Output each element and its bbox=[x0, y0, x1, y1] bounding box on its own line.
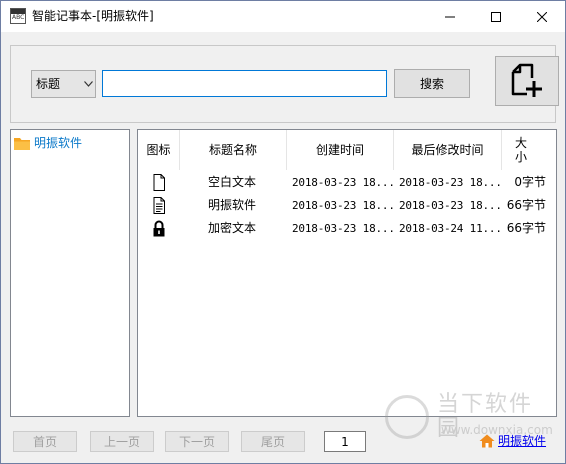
close-icon bbox=[537, 11, 547, 22]
minimize-icon bbox=[445, 16, 455, 17]
list-item[interactable]: 空白文本 2018-03-23 18... 2018-03-23 18... 0… bbox=[138, 171, 556, 194]
column-header-title[interactable]: 标题名称 bbox=[180, 130, 287, 170]
column-header-modified[interactable]: 最后修改时间 bbox=[394, 130, 502, 170]
folder-icon bbox=[14, 137, 30, 150]
note-title: 加密文本 bbox=[208, 221, 257, 235]
search-field-select[interactable]: 标题 bbox=[31, 70, 96, 98]
maximize-button[interactable] bbox=[473, 1, 519, 32]
note-size: 0字节 bbox=[514, 175, 546, 189]
last-page-button[interactable]: 尾页 bbox=[241, 431, 305, 452]
note-size: 66字节 bbox=[506, 221, 546, 235]
brand-link[interactable]: 明振软件 bbox=[479, 434, 546, 448]
column-header-size[interactable]: 大 小 bbox=[502, 130, 540, 170]
chevron-down-icon bbox=[84, 81, 93, 87]
list-item[interactable]: 加密文本 2018-03-23 18... 2018-03-24 11... 6… bbox=[138, 217, 556, 240]
text-document-icon bbox=[153, 197, 165, 214]
note-modified: 2018-03-23 18... bbox=[399, 199, 502, 212]
tree-item-label: 明振软件 bbox=[34, 136, 83, 150]
app-window: ABC 智能记事本-[明振软件] 标题 搜索 明振软件 图标 标题名称 创建时间… bbox=[0, 0, 566, 464]
note-title: 明振软件 bbox=[208, 198, 257, 212]
column-header-created[interactable]: 创建时间 bbox=[287, 130, 394, 170]
page-number-input[interactable] bbox=[324, 431, 366, 452]
blank-document-icon bbox=[153, 174, 165, 191]
next-page-button[interactable]: 下一页 bbox=[165, 431, 229, 452]
window-title: 智能记事本-[明振软件] bbox=[32, 9, 154, 23]
note-created: 2018-03-23 18... bbox=[292, 176, 395, 189]
list-item[interactable]: 明振软件 2018-03-23 18... 2018-03-23 18... 6… bbox=[138, 194, 556, 217]
column-header-size-label: 大 小 bbox=[514, 136, 527, 164]
note-created: 2018-03-23 18... bbox=[292, 222, 395, 235]
home-icon bbox=[479, 434, 495, 448]
close-button[interactable] bbox=[519, 1, 565, 32]
notepad-app-icon: ABC bbox=[10, 8, 26, 24]
brand-link-label: 明振软件 bbox=[498, 434, 547, 448]
column-header-icon[interactable]: 图标 bbox=[138, 130, 180, 170]
note-size: 66字节 bbox=[506, 198, 546, 212]
search-button[interactable]: 搜索 bbox=[394, 69, 470, 98]
note-title: 空白文本 bbox=[208, 175, 257, 189]
category-tree[interactable]: 明振软件 bbox=[10, 129, 130, 417]
lock-icon bbox=[153, 220, 165, 237]
search-input[interactable] bbox=[102, 70, 387, 97]
first-page-button[interactable]: 首页 bbox=[13, 431, 77, 452]
minimize-button[interactable] bbox=[427, 1, 473, 32]
note-modified: 2018-03-23 18... bbox=[399, 176, 502, 189]
new-note-button[interactable] bbox=[495, 56, 559, 106]
new-document-icon bbox=[511, 63, 542, 97]
maximize-icon bbox=[491, 11, 501, 22]
note-created: 2018-03-23 18... bbox=[292, 199, 395, 212]
search-toolbar: 标题 搜索 bbox=[10, 45, 559, 123]
previous-page-button[interactable]: 上一页 bbox=[90, 431, 154, 452]
notes-list[interactable]: 图标 标题名称 创建时间 最后修改时间 大 小 空白文本 2018-03-23 … bbox=[137, 129, 557, 417]
search-field-value: 标题 bbox=[36, 77, 61, 91]
tree-item-mingzhen[interactable]: 明振软件 bbox=[14, 136, 82, 150]
note-modified: 2018-03-24 11... bbox=[399, 222, 502, 235]
title-bar[interactable]: ABC 智能记事本-[明振软件] bbox=[1, 1, 565, 32]
